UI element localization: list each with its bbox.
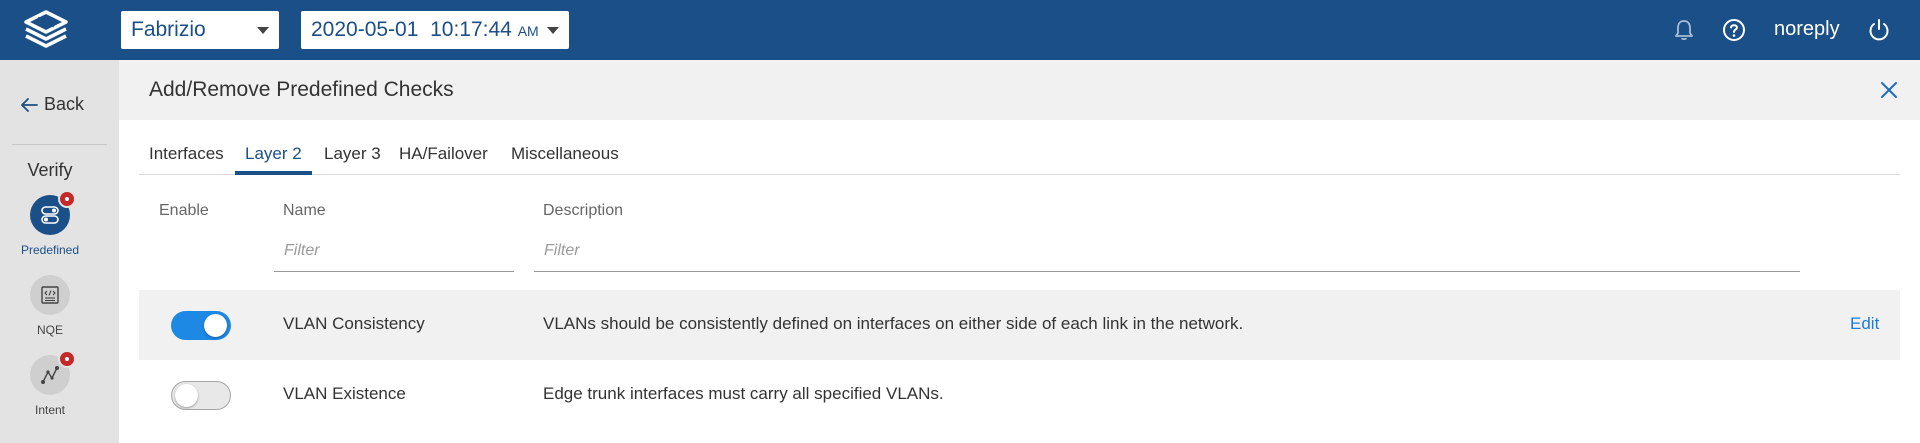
- username[interactable]: noreply: [1774, 18, 1840, 41]
- nav-item-intent[interactable]: Intent: [0, 350, 100, 417]
- nav-item-intent-label: Intent: [34, 403, 66, 417]
- check-description: Edge trunk interfaces must carry all spe…: [543, 384, 944, 403]
- help-icon[interactable]: [1721, 17, 1747, 43]
- nav-item-predefined[interactable]: Predefined: [0, 190, 100, 257]
- arrow-left-icon: [21, 97, 38, 112]
- check-description: VLANs should be consistently defined on …: [543, 314, 1244, 333]
- user-select[interactable]: Fabrizio: [121, 11, 279, 49]
- tab-layer-3[interactable]: Layer 3: [314, 144, 391, 175]
- power-icon[interactable]: [1866, 17, 1892, 43]
- check-name: VLAN Consistency: [283, 314, 425, 333]
- nav-item-nqe-circle: [30, 275, 70, 315]
- left-nav: Back Verify Predefined NQE Intent: [0, 60, 119, 443]
- notification-badge: [58, 190, 76, 208]
- edit-link[interactable]: Edit: [1850, 314, 1879, 334]
- toggle-knob: [204, 314, 227, 337]
- snapshot-ampm: AM: [517, 23, 539, 39]
- description-filter-input[interactable]: Filter: [534, 232, 1800, 272]
- path-icon: [41, 366, 59, 384]
- toggle-knob: [175, 384, 198, 407]
- tab-miscellaneous[interactable]: Miscellaneous: [501, 144, 629, 175]
- table-row: VLAN Consistency VLANs should be consist…: [139, 290, 1900, 360]
- tab-ha-failover[interactable]: HA/Failover: [389, 144, 498, 175]
- check-name: VLAN Existence: [283, 384, 406, 403]
- enable-toggle[interactable]: [171, 311, 231, 340]
- verify-section-title: Verify: [27, 160, 73, 180]
- column-header-enable: Enable: [159, 202, 209, 219]
- tab-layer-2[interactable]: Layer 2: [235, 144, 312, 175]
- name-filter-input[interactable]: Filter: [274, 232, 514, 272]
- code-icon: [41, 286, 59, 304]
- snapshot-time-select[interactable]: 2020-05-01 10:17:44 AM: [301, 11, 569, 49]
- predefined-checks-panel: Add/Remove Predefined Checks Interfaces …: [119, 60, 1920, 443]
- tab-interfaces[interactable]: Interfaces: [139, 144, 234, 175]
- notification-badge: [58, 350, 76, 368]
- nav-item-nqe-label: NQE: [36, 323, 63, 337]
- logo-icon[interactable]: [18, 9, 74, 51]
- nav-divider: [12, 144, 107, 145]
- tab-bar: Interfaces Layer 2 Layer 3 HA/Failover M…: [139, 60, 1900, 175]
- column-header-description: Description: [543, 202, 624, 219]
- back-label: Back: [44, 94, 85, 114]
- chevron-down-icon: [547, 27, 559, 34]
- user-select-value: Fabrizio: [131, 18, 206, 41]
- snapshot-date: 2020-05-01: [311, 18, 419, 41]
- back-button[interactable]: Back: [20, 94, 84, 115]
- nav-item-predefined-label: Predefined: [20, 243, 80, 257]
- top-bar: Fabrizio 2020-05-01 10:17:44 AM noreply: [0, 0, 1920, 60]
- bell-icon[interactable]: [1671, 17, 1697, 43]
- table-row: VLAN Existence Edge trunk interfaces mus…: [139, 360, 1900, 430]
- snapshot-time: 10:17:44: [430, 18, 512, 41]
- nav-item-intent-circle: [30, 350, 76, 395]
- column-header-name: Name: [283, 202, 326, 219]
- nav-item-predefined-circle: [30, 190, 76, 235]
- enable-toggle[interactable]: [171, 381, 231, 410]
- toggles-icon: [41, 206, 59, 224]
- chevron-down-icon: [257, 27, 269, 34]
- nav-item-nqe[interactable]: NQE: [0, 275, 100, 337]
